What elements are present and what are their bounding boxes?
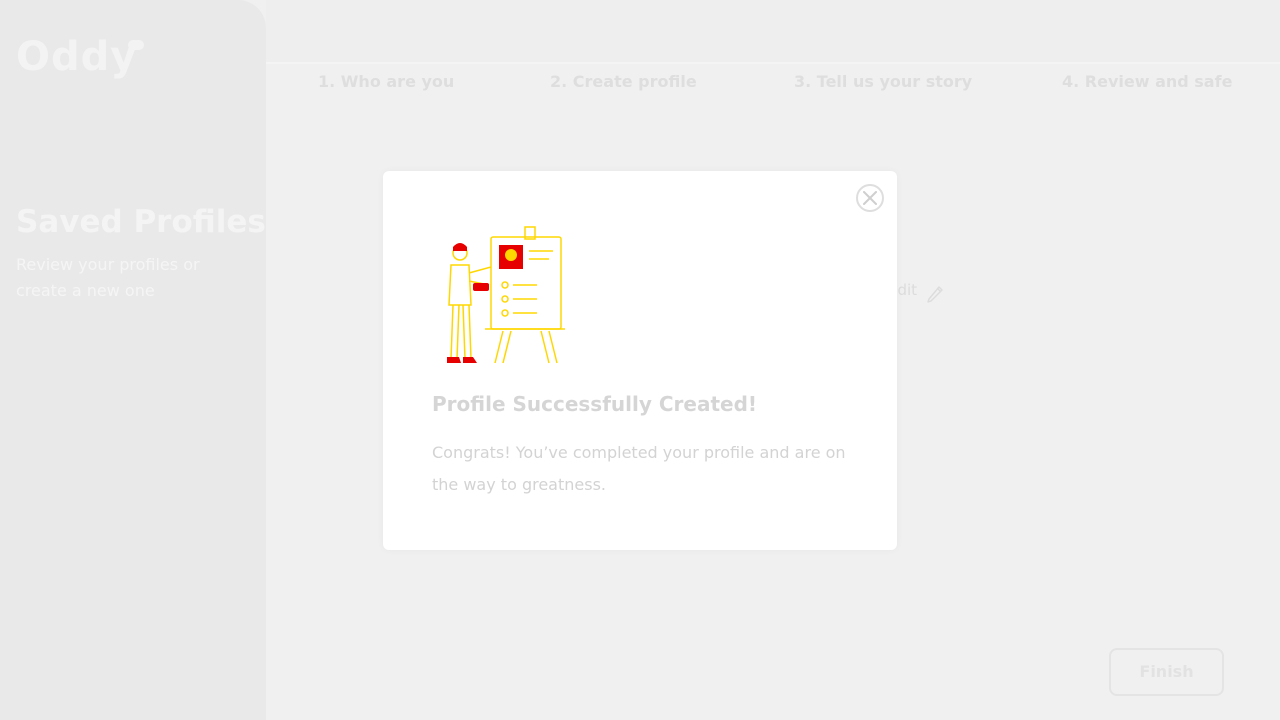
sidebar-subtitle: Review your profiles or create a new one — [16, 255, 200, 300]
success-modal: Profile Successfully Created! Congrats! … — [383, 171, 897, 550]
close-modal-button[interactable] — [856, 184, 884, 212]
step-tell-your-story[interactable]: 3. Tell us your story — [794, 72, 972, 91]
step-who-are-you[interactable]: 1. Who are you — [318, 72, 454, 91]
top-bar — [266, 0, 1280, 64]
logo-mark-icon — [128, 40, 144, 50]
step-create-profile[interactable]: 2. Create profile — [550, 72, 697, 91]
sidebar: Oddy Saved Profiles Review your profiles… — [0, 0, 266, 720]
finish-button[interactable]: Finish — [1109, 648, 1224, 696]
presentation-easel-icon — [447, 226, 565, 364]
app-logo[interactable]: Oddy — [16, 34, 137, 80]
pencil-icon[interactable] — [924, 282, 946, 304]
sidebar-title: Saved Profiles — [16, 204, 266, 240]
modal-body-text: Congrats! You’ve completed your profile … — [432, 443, 846, 494]
close-icon — [863, 191, 877, 205]
modal-title: Profile Successfully Created! — [432, 392, 758, 416]
step-review-and-safe[interactable]: 4. Review and safe — [1062, 72, 1232, 91]
